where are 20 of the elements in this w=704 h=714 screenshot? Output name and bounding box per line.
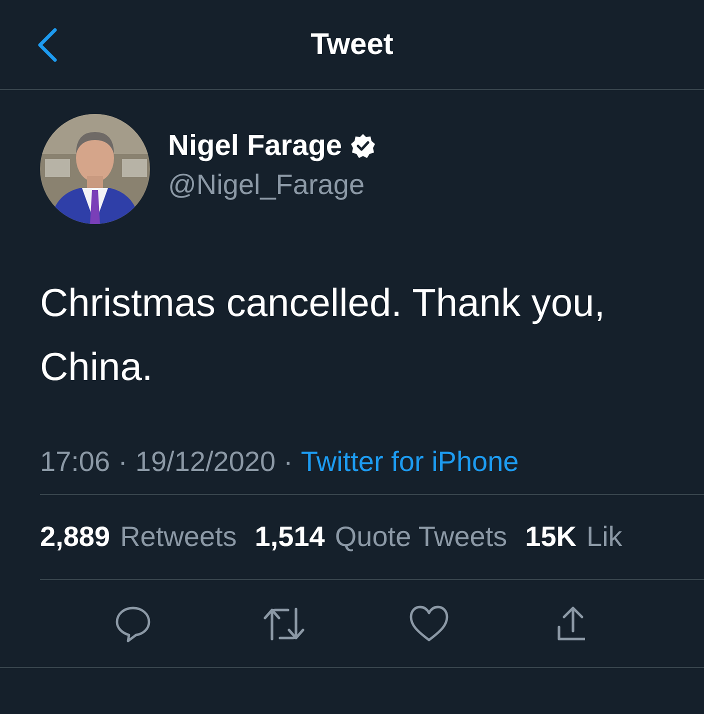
tweet-time: 17:06 (40, 446, 110, 479)
reply-icon[interactable] (114, 604, 152, 642)
retweet-icon[interactable] (262, 604, 306, 642)
page-title: Tweet (310, 28, 394, 62)
separator-dot: · (284, 446, 293, 479)
stat-label[interactable]: Retweets (120, 521, 237, 553)
stat-label[interactable]: Quote Tweets (334, 521, 508, 553)
stat-label[interactable]: Lik (586, 521, 622, 553)
author-name[interactable]: Nigel Farage (168, 130, 342, 162)
tweet-date: 19/12/2020 (135, 446, 276, 479)
tweet-text: Christmas cancelled. Thank you, China. (40, 281, 606, 391)
heart-icon[interactable] (409, 604, 449, 642)
source-link[interactable]: Twitter for iPhone (300, 446, 519, 494)
author-handle[interactable]: @Nigel_Farage (168, 168, 376, 200)
stat-count[interactable]: 2,889 (40, 521, 110, 553)
back-chevron-icon[interactable] (36, 27, 58, 63)
separator-dot: · (118, 446, 128, 479)
stat-count[interactable]: 1,514 (254, 521, 325, 553)
stat-count[interactable]: 15K (525, 521, 577, 553)
share-icon[interactable] (556, 604, 584, 642)
